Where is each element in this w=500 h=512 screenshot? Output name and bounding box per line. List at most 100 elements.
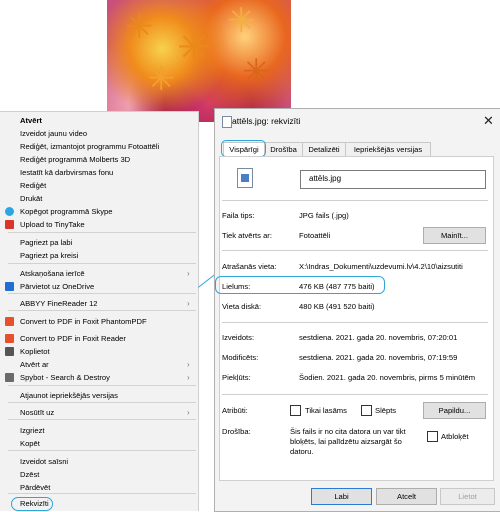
- menu-item-label: Upload to TinyTake: [20, 220, 85, 229]
- menu-item-label: Pagriezt pa kreisi: [20, 251, 79, 260]
- properties-highlight: [11, 497, 53, 511]
- menu-item-label: Atvērt: [20, 116, 42, 125]
- menu-item-24[interactable]: Dzēst: [0, 468, 198, 481]
- photo-thumbnail: ✳ ✳ ✳ ✳ ✳: [107, 0, 291, 122]
- menu-item-label: Kopēgot programmā Skype: [20, 207, 113, 216]
- menu-item-label: Izveidot saīsni: [20, 457, 69, 466]
- menu-item-23[interactable]: Izveidot saīsni: [0, 455, 198, 468]
- menu-item-label: Izveidot jaunu video: [20, 129, 88, 138]
- menu-item-label: Izgriezt: [20, 426, 45, 435]
- maple-leaf-icon: ✳: [242, 53, 271, 91]
- created-label: Izveidots:: [222, 333, 255, 342]
- menu-item-label: Iestatīt kā darbvirsmas fonu: [20, 168, 114, 177]
- menu-item-label: Dzēst: [20, 470, 40, 479]
- menu-item-19[interactable]: Atjaunot iepriekšējās versijas: [0, 389, 198, 402]
- created-value: sestdiena. 2021. gada 20. novembris, 07:…: [299, 333, 458, 342]
- security-text-line-3: datoru.: [290, 447, 314, 456]
- menu-item-15[interactable]: Convert to PDF in Foxit Reader: [0, 332, 198, 345]
- menu-item-4[interactable]: Iestatīt kā darbvirsmas fonu: [0, 166, 198, 179]
- menu-item-label: Pārdēvēt: [20, 483, 51, 492]
- menu-item-14[interactable]: Convert to PDF in Foxit PhantomPDF: [0, 315, 198, 328]
- security-text-line-1: Šis fails ir no cita datora un var tikt: [290, 427, 406, 436]
- chevron-right-icon: ›: [187, 360, 190, 369]
- onedrive-icon: [5, 282, 14, 291]
- apply-button[interactable]: Lietot: [440, 488, 495, 505]
- file-icon: [222, 116, 232, 128]
- menu-separator: [8, 402, 196, 403]
- menu-item-16[interactable]: Koplietot: [0, 345, 198, 358]
- advanced-button[interactable]: Papildu...: [423, 402, 486, 419]
- menu-item-8[interactable]: Upload to TinyTake: [0, 218, 198, 231]
- file-type-value: JPG fails (.jpg): [299, 211, 349, 220]
- size-on-disk-label: Vieta diskā:: [222, 302, 262, 311]
- tab-security[interactable]: Drošība: [264, 142, 303, 156]
- opens-with-label: Tiek atvērts ar:: [222, 231, 272, 240]
- spybot-icon: [5, 373, 14, 382]
- cancel-button[interactable]: Atcelt: [376, 488, 437, 505]
- tab-details[interactable]: Detalizēti: [302, 142, 346, 156]
- menu-item-1[interactable]: Izveidot jaunu video: [0, 127, 198, 140]
- menu-item-5[interactable]: Rediģēt: [0, 179, 198, 192]
- menu-item-label: Rediģēt, izmantojot programmu Fotoattēli: [20, 142, 160, 151]
- change-button[interactable]: Mainīt...: [423, 227, 486, 244]
- menu-separator: [8, 385, 196, 386]
- accessed-value: Šodien. 2021. gada 20. novembris, pirms …: [299, 373, 476, 382]
- menu-item-0[interactable]: Atvērt: [0, 114, 198, 127]
- menu-item-9[interactable]: Pagriezt pa labi: [0, 236, 198, 249]
- menu-item-label: Pagriezt pa labi: [20, 238, 73, 247]
- modified-label: Modificēts:: [222, 353, 259, 362]
- ok-button[interactable]: Labi: [311, 488, 372, 505]
- menu-item-6[interactable]: Drukāt: [0, 192, 198, 205]
- close-icon[interactable]: ✕: [483, 113, 494, 129]
- menu-item-13[interactable]: ABBYY FineReader 12 ›: [0, 297, 198, 310]
- menu-item-label: Drukāt: [20, 194, 43, 203]
- size-on-disk-value: 480 KB (491 520 baiti): [299, 302, 375, 311]
- divider: [222, 250, 488, 251]
- chevron-right-icon: ›: [187, 299, 190, 308]
- foxit-phantom-icon: [5, 317, 14, 326]
- menu-item-label: Koplietot: [20, 347, 50, 356]
- menu-separator: [8, 493, 196, 494]
- menu-item-12[interactable]: Pārvietot uz OneDrive: [0, 280, 198, 293]
- menu-item-2[interactable]: Rediģēt, izmantojot programmu Fotoattēli: [0, 140, 198, 153]
- menu-item-20[interactable]: Nosūtīt uz ›: [0, 406, 198, 419]
- menu-item-label: ABBYY FineReader 12: [20, 299, 98, 308]
- maple-leaf-icon: ✳: [227, 2, 256, 40]
- maple-leaf-icon: ✳: [177, 26, 211, 70]
- menu-item-3[interactable]: Rediģēt programmā Molberts 3D: [0, 153, 198, 166]
- file-type-label: Faila tips:: [222, 211, 255, 220]
- menu-item-18[interactable]: Spybot - Search & Destroy ›: [0, 371, 198, 384]
- menu-item-7[interactable]: Kopēgot programmā Skype: [0, 205, 198, 218]
- modified-value: sestdiena. 2021. gada 20. novembris, 07:…: [299, 353, 458, 362]
- unblock-checkbox[interactable]: [427, 431, 438, 442]
- foxit-reader-icon: [5, 334, 14, 343]
- opens-with-value: Fotoattēli: [299, 231, 331, 240]
- menu-item-22[interactable]: Kopēt: [0, 437, 198, 450]
- menu-item-17[interactable]: Atvērt ar ›: [0, 358, 198, 371]
- share-icon: [5, 347, 14, 356]
- location-value: X:\Indras_Dokumenti\uzdevumi.lv\4.2\10\a…: [299, 262, 463, 271]
- image-file-icon: [237, 168, 253, 188]
- menu-separator: [8, 419, 196, 420]
- menu-item-label: Spybot - Search & Destroy: [20, 373, 110, 382]
- maple-leaf-icon: ✳: [125, 8, 154, 46]
- readonly-label: Tikai lasāms: [305, 406, 347, 415]
- chevron-right-icon: ›: [187, 373, 190, 382]
- menu-item-label: Pārvietot uz OneDrive: [20, 282, 95, 291]
- menu-item-10[interactable]: Pagriezt pa kreisi: [0, 249, 198, 262]
- readonly-checkbox[interactable]: [290, 405, 301, 416]
- menu-separator: [8, 263, 196, 264]
- accessed-label: Piekļūts:: [222, 373, 251, 382]
- menu-item-label: Atskaņošana ierīcē: [20, 269, 85, 278]
- menu-separator: [8, 310, 196, 311]
- filename-field[interactable]: attēls.jpg: [300, 170, 486, 189]
- tab-previous-versions[interactable]: Iepriekšējās versijas: [345, 142, 431, 156]
- menu-item-label: Rediģēt programmā Molberts 3D: [20, 155, 131, 164]
- menu-item-label: Nosūtīt uz: [20, 408, 55, 417]
- menu-item-11[interactable]: Atskaņošana ierīcē ›: [0, 267, 198, 280]
- menu-item-21[interactable]: Izgriezt: [0, 424, 198, 437]
- hidden-checkbox[interactable]: [361, 405, 372, 416]
- menu-separator: [8, 232, 196, 233]
- menu-separator: [8, 450, 196, 451]
- attributes-label: Atribūti:: [222, 406, 248, 415]
